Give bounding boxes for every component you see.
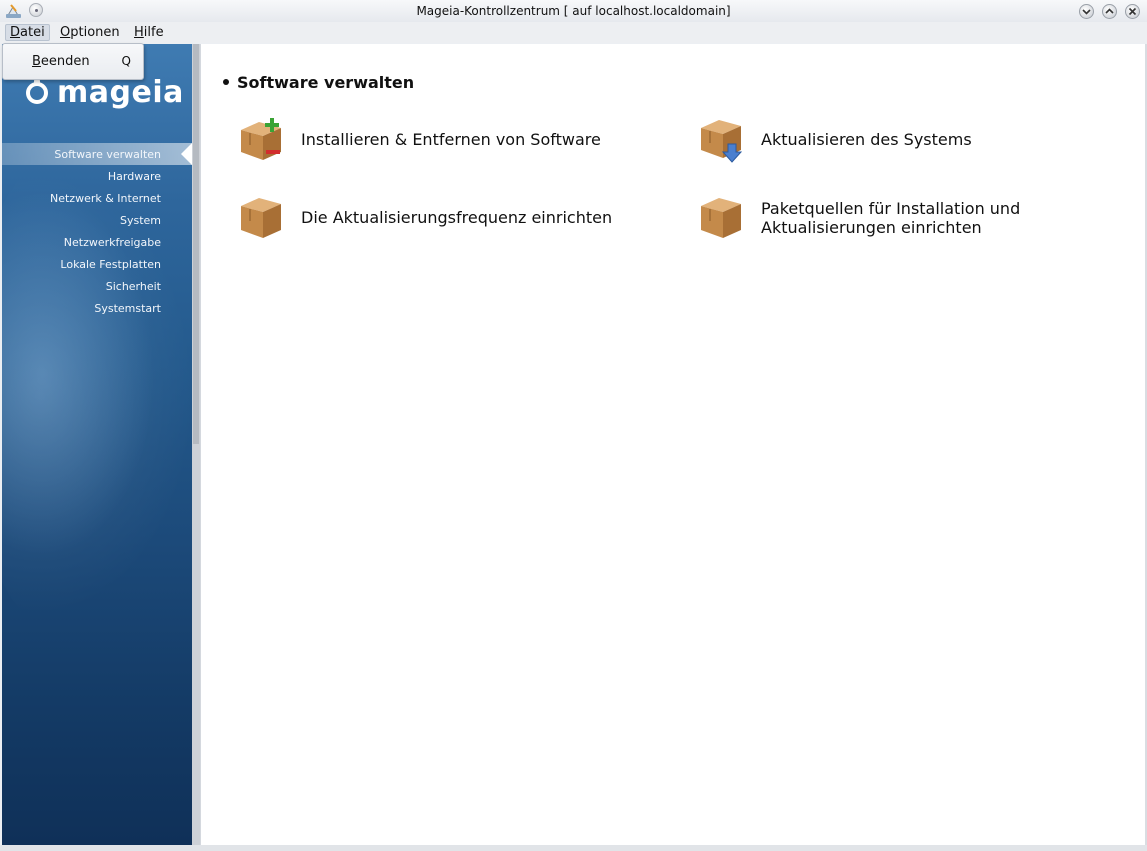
menu-bar: Datei Optionen Hilfe — [0, 22, 1147, 43]
main-panel: Software verwalten Installieren & Entfer… — [200, 44, 1146, 845]
selection-arrow-icon — [181, 143, 192, 165]
mageia-logo-icon — [26, 77, 48, 104]
mageia-logo-text: mageia — [57, 75, 184, 110]
sidebar-item-systemstart[interactable]: Systemstart — [94, 302, 161, 315]
entry-update-system[interactable]: Aktualisieren des Systems — [697, 116, 1117, 166]
menu-hilfe[interactable]: Hilfe — [129, 24, 169, 41]
menu-optionen[interactable]: Optionen — [55, 24, 125, 41]
maximize-button[interactable] — [1102, 4, 1117, 19]
entry-label-line2: Aktualisierungen einrichten — [761, 218, 982, 237]
bullet-icon — [223, 78, 229, 85]
splitter-handle[interactable] — [193, 44, 199, 444]
package-icon — [701, 198, 741, 238]
menu-datei-label: atei — [20, 25, 45, 40]
menu-item-beenden-label: eenden — [40, 54, 90, 69]
status-bar — [0, 845, 1147, 851]
close-button[interactable] — [1125, 4, 1140, 19]
chevron-up-icon — [1105, 8, 1114, 14]
entry-install-remove-software[interactable]: Installieren & Entfernen von Software — [237, 116, 657, 166]
menu-datei-mnemonic: D — [10, 25, 21, 40]
package-update-icon — [701, 120, 743, 163]
entry-label: Die Aktualisierungsfrequenz einrichten — [301, 208, 613, 227]
package-add-remove-icon — [241, 118, 281, 160]
close-icon — [1128, 7, 1137, 16]
sidebar-decoration — [2, 134, 192, 654]
entry-label: Installieren & Entfernen von Software — [301, 130, 601, 149]
pane-splitter[interactable] — [192, 44, 200, 845]
menu-item-beenden-mnemonic: B — [32, 54, 41, 69]
mageia-logo: mageia — [26, 75, 183, 114]
chevron-down-icon — [1082, 9, 1091, 15]
menu-item-beenden[interactable]: Beenden — [32, 54, 90, 69]
menu-hilfe-mnemonic: H — [134, 25, 144, 40]
sidebar-item-software-verwalten[interactable]: Software verwalten — [54, 148, 161, 161]
sidebar-item-netzwerk-internet[interactable]: Netzwerk & Internet — [50, 192, 161, 205]
window-title: Mageia-Kontrollzentrum [ auf localhost.l… — [416, 4, 731, 18]
section-title-text: Software verwalten — [237, 73, 415, 92]
package-icon — [241, 198, 281, 238]
sidebar-item-hardware[interactable]: Hardware — [108, 170, 161, 183]
category-sidebar: mageia Software verwalten Hardware Netzw… — [2, 44, 192, 845]
menu-datei[interactable]: Datei — [5, 24, 50, 41]
sidebar-item-sicherheit[interactable]: Sicherheit — [106, 280, 161, 293]
sidebar-item-netzwerkfreigabe[interactable]: Netzwerkfreigabe — [64, 236, 161, 249]
menu-item-beenden-shortcut: Q — [121, 54, 131, 68]
sidebar-item-lokale-festplatten[interactable]: Lokale Festplatten — [60, 258, 161, 271]
menu-optionen-label: ptionen — [70, 25, 120, 40]
entry-package-sources[interactable]: Paketquellen für Installation und Aktual… — [697, 194, 1117, 244]
entry-label-line1: Paketquellen für Installation und — [761, 199, 1021, 218]
entry-label: Aktualisieren des Systems — [761, 130, 972, 149]
minimize-button[interactable] — [1079, 4, 1094, 19]
window-titlebar[interactable]: Mageia-Kontrollzentrum [ auf localhost.l… — [0, 0, 1147, 22]
menu-hilfe-label: ilfe — [143, 25, 164, 40]
entry-update-frequency[interactable]: Die Aktualisierungsfrequenz einrichten — [237, 194, 657, 244]
sidebar-item-system[interactable]: System — [120, 214, 161, 227]
file-menu-dropdown: Beenden Q — [2, 43, 144, 80]
section-title: Software verwalten — [223, 73, 414, 92]
menu-optionen-mnemonic: O — [60, 25, 71, 40]
